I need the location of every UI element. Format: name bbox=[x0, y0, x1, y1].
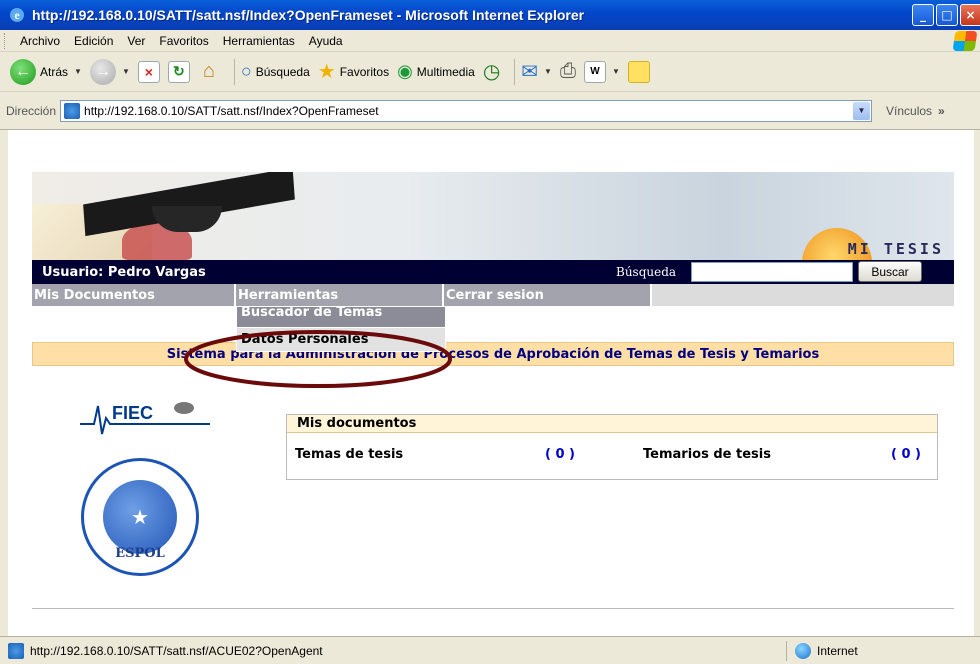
messenger-icon[interactable] bbox=[627, 60, 650, 83]
toolbar: ← Atrás ▼ → ▼ × ↻ ⌂ ○ Búsqueda ★ Favorit… bbox=[0, 52, 980, 92]
menu-edicion[interactable]: Edición bbox=[67, 34, 120, 48]
header-banner: MI TESIS bbox=[32, 172, 954, 260]
close-button[interactable]: × bbox=[960, 4, 980, 26]
status-text: http://192.168.0.10/SATT/satt.nsf/ACUE02… bbox=[30, 643, 323, 658]
home-icon[interactable]: ⌂ bbox=[198, 60, 220, 83]
toolbar-separator bbox=[514, 58, 516, 85]
page-content: MI TESIS Usuario: Pedro Vargas Búsqueda … bbox=[0, 130, 980, 636]
minimize-button[interactable]: _ bbox=[912, 4, 934, 26]
media-button[interactable]: ◉ Multimedia bbox=[397, 61, 475, 82]
toolbar-grip bbox=[4, 32, 7, 49]
address-url: http://192.168.0.10/SATT/satt.nsf/Index?… bbox=[84, 103, 379, 118]
main-nav: Mis Documentos Herramientas Cerrar sesio… bbox=[32, 284, 954, 306]
star-icon: ★ bbox=[317, 61, 336, 83]
temas-count-link[interactable]: ( 0 ) bbox=[545, 447, 575, 462]
media-icon: ◉ bbox=[397, 61, 413, 81]
temarios-count-link[interactable]: ( 0 ) bbox=[891, 447, 921, 462]
forward-arrow-icon: → bbox=[89, 58, 116, 85]
back-arrow-icon: ← bbox=[10, 58, 36, 85]
search-icon: ○ bbox=[240, 61, 252, 81]
nav-empty-space bbox=[652, 284, 954, 306]
globe-icon bbox=[795, 643, 811, 659]
window-title-bar: e http://192.168.0.10/SATT/satt.nsf/Inde… bbox=[0, 0, 980, 30]
zone-label: Internet bbox=[817, 644, 858, 658]
media-label: Multimedia bbox=[416, 64, 475, 79]
links-label[interactable]: Vínculos bbox=[886, 104, 932, 118]
nav-herramientas[interactable]: Herramientas bbox=[236, 284, 444, 306]
print-icon[interactable]: ⎙ bbox=[560, 60, 576, 83]
ie-icon: e bbox=[8, 6, 26, 24]
turtle-icon: ★ bbox=[103, 480, 177, 554]
security-zone: Internet bbox=[786, 641, 966, 661]
svg-text:e: e bbox=[14, 8, 20, 22]
chevron-down-icon[interactable]: ▼ bbox=[122, 67, 130, 76]
back-button[interactable]: ← Atrás ▼ bbox=[10, 58, 82, 85]
search-input[interactable] bbox=[691, 262, 853, 282]
address-label: Dirección bbox=[6, 103, 57, 118]
content-bottom-border bbox=[32, 608, 954, 609]
favorites-button[interactable]: ★ Favoritos bbox=[318, 59, 389, 84]
page-icon bbox=[64, 102, 81, 119]
menu-favoritos[interactable]: Favoritos bbox=[152, 34, 215, 48]
menu-bar: Archivo Edición Ver Favoritos Herramient… bbox=[0, 30, 980, 52]
chevron-down-icon[interactable]: ▼ bbox=[544, 67, 552, 76]
refresh-icon[interactable]: ↻ bbox=[167, 60, 190, 83]
search-label: Búsqueda bbox=[255, 64, 310, 79]
nav-mis-documentos[interactable]: Mis Documentos bbox=[32, 284, 236, 306]
system-title-bar: Sistema para la Administración de Proces… bbox=[32, 342, 954, 366]
dropdown-item-buscador[interactable]: Buscador de Temas bbox=[237, 307, 445, 327]
banner-logo-text: MI TESIS bbox=[847, 240, 944, 258]
status-bar: http://192.168.0.10/SATT/satt.nsf/ACUE02… bbox=[0, 636, 980, 664]
favorites-label: Favoritos bbox=[339, 64, 390, 79]
chevron-right-icon[interactable]: » bbox=[938, 104, 945, 118]
search-label: Búsqueda bbox=[616, 265, 677, 279]
stop-icon[interactable]: × bbox=[137, 60, 160, 83]
windows-logo-icon bbox=[952, 31, 978, 51]
documents-row: Temas de tesis ( 0 ) Temarios de tesis (… bbox=[287, 433, 937, 477]
user-name: Usuario: Pedro Vargas bbox=[42, 264, 206, 280]
temas-label: Temas de tesis bbox=[295, 447, 404, 462]
window-title: http://192.168.0.10/SATT/satt.nsf/Index?… bbox=[32, 7, 585, 23]
chevron-down-icon[interactable]: ▼ bbox=[853, 101, 871, 120]
menu-ayuda[interactable]: Ayuda bbox=[302, 34, 350, 48]
user-bar: Usuario: Pedro Vargas Búsqueda Buscar bbox=[32, 260, 954, 284]
back-label: Atrás bbox=[40, 64, 69, 79]
annotation-ellipse bbox=[184, 330, 452, 388]
panel-header: Mis documentos bbox=[287, 415, 937, 433]
menu-herramientas[interactable]: Herramientas bbox=[216, 34, 302, 48]
address-bar: Dirección http://192.168.0.10/SATT/satt.… bbox=[0, 92, 980, 130]
page-icon bbox=[8, 642, 24, 659]
mail-icon[interactable]: ✉ bbox=[521, 59, 538, 84]
nav-cerrar-sesion[interactable]: Cerrar sesion bbox=[444, 284, 652, 306]
chevron-down-icon[interactable]: ▼ bbox=[74, 67, 82, 76]
espol-seal-text: ESPOL bbox=[115, 546, 165, 561]
chevron-down-icon[interactable]: ▼ bbox=[612, 67, 620, 76]
maximize-button[interactable]: □ bbox=[936, 4, 958, 26]
toolbar-separator bbox=[233, 58, 235, 85]
forward-button[interactable]: → ▼ bbox=[89, 58, 130, 85]
menu-archivo[interactable]: Archivo bbox=[13, 34, 67, 48]
address-input[interactable]: http://192.168.0.10/SATT/satt.nsf/Index?… bbox=[60, 99, 873, 122]
menu-ver[interactable]: Ver bbox=[120, 34, 152, 48]
fiec-logo-text: FIEC bbox=[112, 403, 153, 423]
fiec-logo: FIEC bbox=[80, 398, 230, 438]
search-button[interactable]: ○ Búsqueda bbox=[241, 61, 310, 82]
temarios-label: Temarios de tesis bbox=[643, 447, 771, 462]
mis-documentos-panel: Mis documentos Temas de tesis ( 0 ) Tema… bbox=[286, 414, 938, 480]
search-button[interactable]: Buscar bbox=[858, 261, 922, 282]
word-edit-icon[interactable]: W bbox=[583, 60, 606, 83]
history-icon[interactable]: ◷ bbox=[483, 59, 500, 84]
espol-seal: ★ ESPOL bbox=[81, 458, 199, 576]
